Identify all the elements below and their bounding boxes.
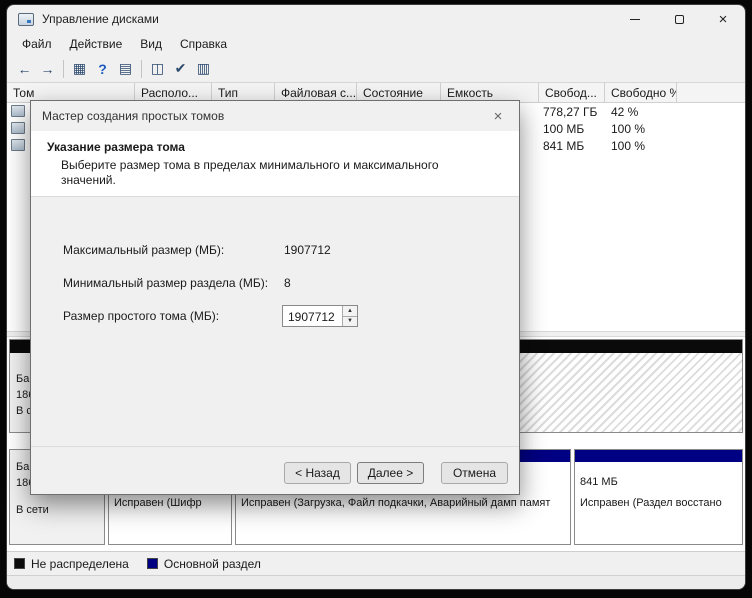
minimize-button[interactable] (613, 5, 657, 33)
partition-size: 841 МБ (580, 476, 618, 488)
column-free-pct[interactable]: Свободно % (605, 83, 677, 102)
volume-free-percent: 100 % (611, 122, 645, 136)
check-icon[interactable]: ✔ (169, 57, 192, 80)
details-view-icon[interactable]: ▥ (192, 57, 215, 80)
column-free[interactable]: Свобод... (539, 83, 605, 102)
legend-unallocated-label: Не распределена (31, 557, 129, 571)
volume-size-stepper: 1907712 ▲ ▼ (282, 305, 358, 327)
close-button[interactable]: × (701, 5, 745, 33)
console-tree-icon[interactable]: ▦ (68, 57, 91, 80)
volume-icon (11, 139, 25, 151)
wizard-header: Указание размера тома Выберите размер то… (31, 131, 519, 197)
minimize-icon (630, 19, 640, 20)
window-controls: × (613, 5, 745, 33)
unallocated-swatch (14, 558, 25, 569)
spin-down-icon[interactable]: ▼ (343, 317, 357, 327)
wizard-description: Выберите размер тома в пределах минималь… (61, 158, 457, 188)
volume-free-space: 100 МБ (543, 122, 584, 136)
menu-action[interactable]: Действие (61, 34, 132, 54)
maximize-icon (675, 15, 684, 24)
titlebar: Управление дисками × (7, 5, 745, 33)
help-icon[interactable]: ? (91, 57, 114, 80)
back-icon[interactable]: ← (13, 57, 36, 80)
window-title: Управление дисками (42, 12, 159, 26)
spin-up-icon[interactable]: ▲ (343, 306, 357, 317)
action-pane-icon[interactable]: ▤ (114, 57, 137, 80)
next-button[interactable]: Далее > (357, 462, 424, 484)
app-icon (18, 13, 34, 26)
volume-icon (11, 105, 25, 117)
min-size-label: Минимальный размер раздела (МБ): (63, 276, 268, 290)
volume-size-input[interactable]: 1907712 (283, 306, 342, 326)
volume-free-percent: 42 % (611, 105, 638, 119)
dialog-titlebar[interactable]: Мастер создания простых томов × (31, 101, 519, 131)
primary-swatch (147, 558, 158, 569)
max-size-label: Максимальный размер (МБ): (63, 243, 224, 257)
menu-view[interactable]: Вид (131, 34, 171, 54)
wizard-footer: < Назад Далее > Отмена (31, 446, 519, 494)
primary-partition-band (575, 450, 742, 462)
min-size-value: 8 (284, 276, 291, 290)
volume-free-space: 778,27 ГБ (543, 105, 597, 119)
cancel-button[interactable]: Отмена (441, 462, 508, 484)
menu-help[interactable]: Справка (171, 34, 236, 54)
menubar: Файл Действие Вид Справка (7, 33, 745, 55)
dialog-title: Мастер создания простых томов (42, 109, 224, 123)
statusbar (7, 575, 745, 589)
new-simple-volume-wizard: Мастер создания простых томов × Указание… (30, 100, 520, 495)
legend-bar: Не распределена Основной раздел (7, 551, 745, 575)
legend-primary-label: Основной раздел (164, 557, 261, 571)
maximize-button[interactable] (657, 5, 701, 33)
legend-primary: Основной раздел (147, 557, 261, 571)
disk-type-label: Ба (16, 461, 29, 473)
menu-file[interactable]: Файл (13, 34, 61, 54)
partition-status: Исправен (Загрузка, Файл подкачки, Авари… (241, 497, 550, 509)
legend-unallocated: Не распределена (14, 557, 129, 571)
disk-type-label: Ба (16, 373, 29, 385)
toolbar: ← → ▦ ? ▤ ◫ ✔ ▥ (7, 55, 745, 83)
wizard-heading: Указание размера тома (47, 140, 185, 154)
column-filler (677, 83, 745, 102)
disk-status-label: В сети (16, 504, 49, 516)
partition-status: Исправен (Раздел восстано (580, 497, 722, 509)
popup-icon[interactable]: ◫ (146, 57, 169, 80)
dialog-close-button[interactable]: × (477, 101, 519, 131)
max-size-value: 1907712 (284, 243, 331, 257)
partition-status: Исправен (Шифр (114, 497, 202, 509)
volume-free-percent: 100 % (611, 139, 645, 153)
volume-free-space: 841 МБ (543, 139, 584, 153)
partition-recovery[interactable]: 841 МБ Исправен (Раздел восстано (574, 449, 743, 545)
forward-icon[interactable]: → (36, 57, 59, 80)
toolbar-separator (63, 60, 64, 78)
wizard-body: Максимальный размер (МБ): 1907712 Минима… (31, 197, 519, 446)
toolbar-separator (141, 60, 142, 78)
volume-icon (11, 122, 25, 134)
back-button[interactable]: < Назад (284, 462, 351, 484)
volume-size-label: Размер простого тома (МБ): (63, 309, 219, 323)
